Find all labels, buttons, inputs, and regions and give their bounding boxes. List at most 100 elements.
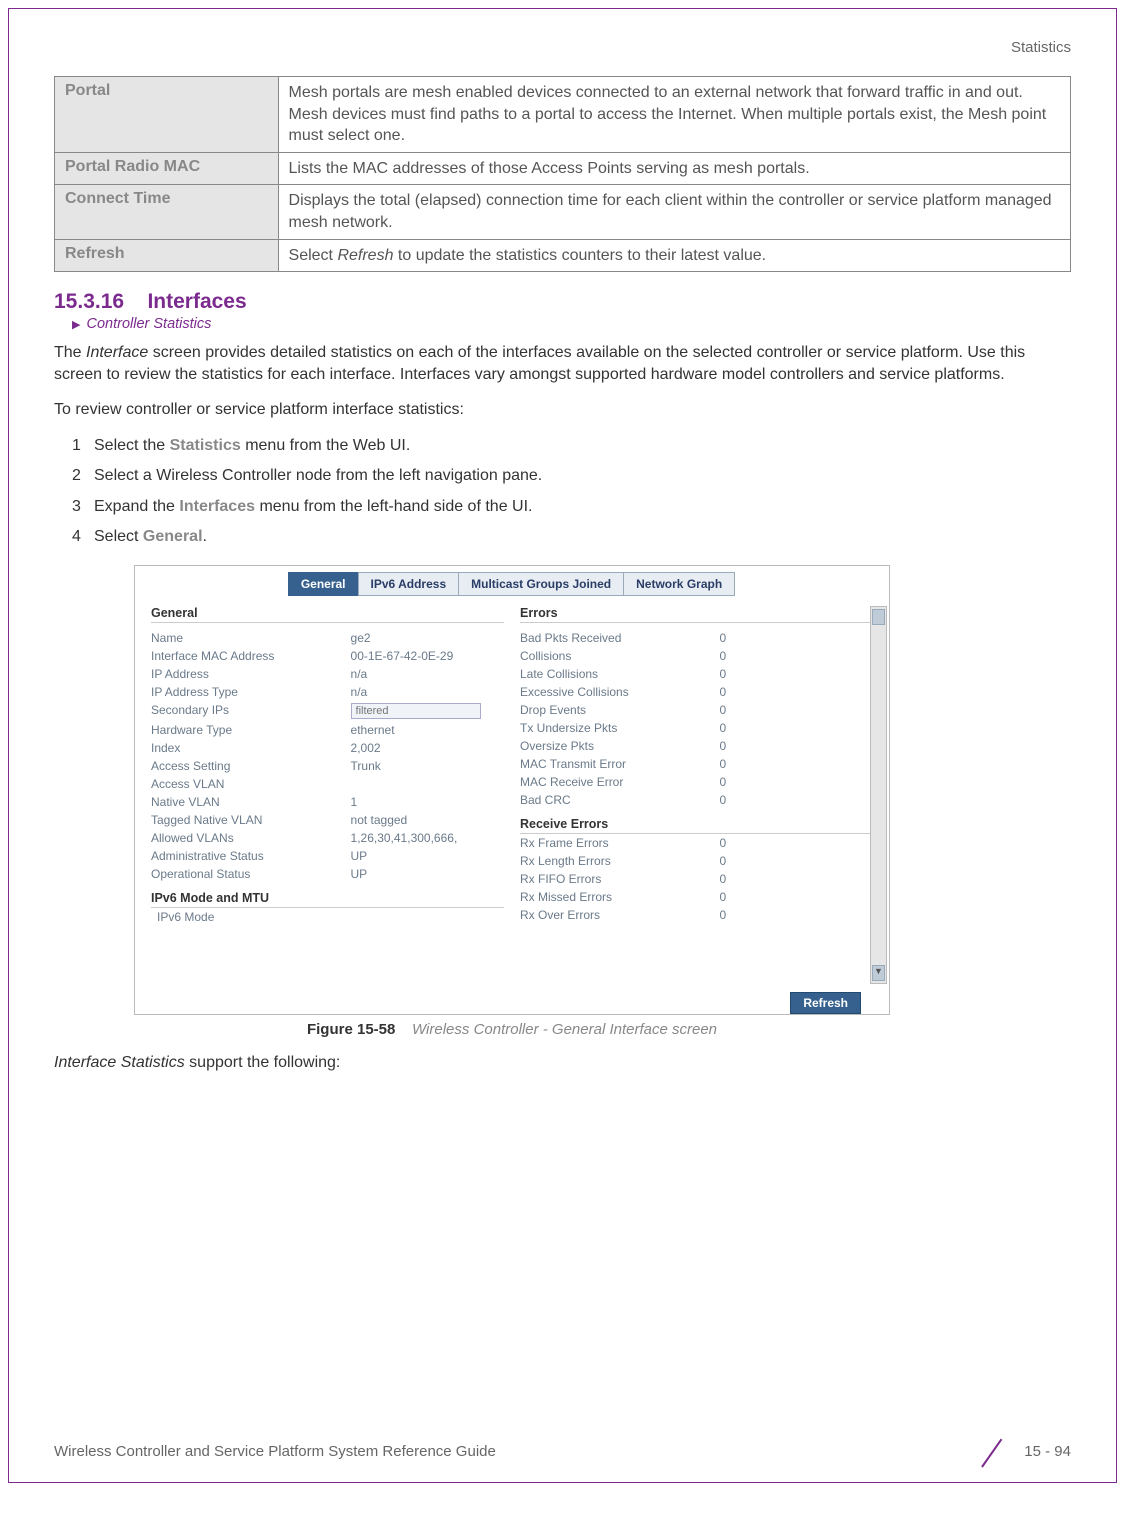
general-value: UP (351, 849, 504, 863)
general-row: Access SettingTrunk (151, 757, 504, 775)
general-row: Tagged Native VLANnot tagged (151, 811, 504, 829)
rx-errors-row: Rx Over Errors0 (520, 906, 873, 924)
def-description: Lists the MAC addresses of those Access … (278, 152, 1070, 185)
general-key: Operational Status (151, 867, 351, 881)
step-item: 1Select the Statistics menu from the Web… (72, 435, 1071, 457)
general-row: Interface MAC Address00-1E-67-42-0E-29 (151, 647, 504, 665)
general-key: Native VLAN (151, 795, 351, 809)
general-key: Administrative Status (151, 849, 351, 863)
general-value: Trunk (351, 759, 504, 773)
general-row: Operational StatusUP (151, 865, 504, 883)
tab-ipv6-address[interactable]: IPv6 Address (358, 572, 460, 596)
rx-errors-row: Rx Length Errors0 (520, 852, 873, 870)
secondary-ips-input[interactable] (351, 703, 481, 719)
errors-value: 0 (720, 649, 873, 663)
errors-value: 0 (720, 739, 873, 753)
general-row: Native VLAN1 (151, 793, 504, 811)
errors-value: 0 (720, 757, 873, 771)
footer-page-number: 15 - 94 (1024, 1443, 1071, 1460)
receive-errors-title: Receive Errors (520, 817, 873, 834)
errors-row: Drop Events0 (520, 701, 873, 719)
tabs: GeneralIPv6 AddressMulticast Groups Join… (135, 566, 889, 596)
tab-general[interactable]: General (288, 572, 359, 596)
closing-post: support the following: (185, 1054, 341, 1071)
general-value (351, 703, 504, 719)
general-value: not tagged (351, 813, 504, 827)
general-value: n/a (351, 667, 504, 681)
general-key: IP Address Type (151, 685, 351, 699)
general-key: Allowed VLANs (151, 831, 351, 845)
rx-errors-value: 0 (720, 836, 873, 850)
closing-line: Interface Statistics support the followi… (54, 1052, 1071, 1074)
def-description: Select Refresh to update the statistics … (278, 239, 1070, 272)
general-value: 1,26,30,41,300,666, (351, 831, 504, 845)
rx-errors-key: Rx Over Errors (520, 908, 720, 922)
def-description: Mesh portals are mesh enabled devices co… (278, 77, 1070, 153)
general-key: Interface MAC Address (151, 649, 351, 663)
general-row: Hardware Typeethernet (151, 721, 504, 739)
ipv6-mode-title: IPv6 Mode and MTU (151, 891, 504, 908)
general-value: ethernet (351, 723, 504, 737)
general-row: Secondary IPs (151, 701, 504, 721)
errors-value: 0 (720, 721, 873, 735)
rx-errors-key: Rx FIFO Errors (520, 872, 720, 886)
section-heading: 15.3.16 Interfaces (54, 290, 1071, 314)
errors-key: MAC Transmit Error (520, 757, 720, 771)
breadcrumb[interactable]: ▶ Controller Statistics (72, 316, 1071, 332)
errors-title: Errors (520, 606, 873, 623)
section-title: Interfaces (147, 290, 246, 313)
errors-row: Bad CRC0 (520, 791, 873, 809)
errors-row: Tx Undersize Pkts0 (520, 719, 873, 737)
para1-post: screen provides detailed statistics on e… (54, 344, 1025, 383)
rx-errors-key: Rx Length Errors (520, 854, 720, 868)
scrollbar[interactable]: ▼ (870, 606, 887, 984)
general-row: Namege2 (151, 629, 504, 647)
general-value: n/a (351, 685, 504, 699)
general-row: Allowed VLANs1,26,30,41,300,666, (151, 829, 504, 847)
slash-icon (982, 1434, 1016, 1468)
general-row: Index2,002 (151, 739, 504, 757)
general-key: Access VLAN (151, 777, 351, 791)
figure-caption-text: Wireless Controller - General Interface … (412, 1021, 717, 1038)
rx-errors-value: 0 (720, 872, 873, 886)
general-key: Access Setting (151, 759, 351, 773)
figure-screenshot: GeneralIPv6 AddressMulticast Groups Join… (134, 565, 890, 1015)
ipv6-mode-value (353, 910, 504, 924)
def-term: Refresh (55, 239, 279, 272)
general-key: Hardware Type (151, 723, 351, 737)
step-item: 4Select General. (72, 526, 1071, 548)
tab-multicast-groups-joined[interactable]: Multicast Groups Joined (458, 572, 624, 596)
tab-network-graph[interactable]: Network Graph (623, 572, 735, 596)
step-item: 2Select a Wireless Controller node from … (72, 465, 1071, 487)
errors-row: MAC Transmit Error0 (520, 755, 873, 773)
rx-errors-value: 0 (720, 890, 873, 904)
scroll-down-icon[interactable]: ▼ (872, 965, 885, 981)
errors-key: Drop Events (520, 703, 720, 717)
def-description: Displays the total (elapsed) connection … (278, 185, 1070, 239)
errors-value: 0 (720, 775, 873, 789)
def-term: Connect Time (55, 185, 279, 239)
section-number: 15.3.16 (54, 290, 124, 313)
general-value: UP (351, 867, 504, 881)
errors-key: Collisions (520, 649, 720, 663)
general-value: 1 (351, 795, 504, 809)
errors-row: MAC Receive Error0 (520, 773, 873, 791)
paragraph-2: To review controller or service platform… (54, 399, 1071, 421)
paragraph-1: The Interface screen provides detailed s… (54, 342, 1071, 385)
scroll-thumb[interactable] (872, 609, 885, 625)
errors-key: Excessive Collisions (520, 685, 720, 699)
rx-errors-row: Rx Frame Errors0 (520, 834, 873, 852)
rx-errors-value: 0 (720, 908, 873, 922)
general-key: Secondary IPs (151, 703, 351, 719)
general-key: Name (151, 631, 351, 645)
errors-row: Excessive Collisions0 (520, 683, 873, 701)
para1-em: Interface (86, 344, 148, 361)
def-term: Portal (55, 77, 279, 153)
right-column: Errors Bad Pkts Received0Collisions0Late… (520, 606, 873, 976)
refresh-button[interactable]: Refresh (790, 992, 861, 1014)
definitions-table: PortalMesh portals are mesh enabled devi… (54, 76, 1071, 272)
errors-key: MAC Receive Error (520, 775, 720, 789)
errors-row: Oversize Pkts0 (520, 737, 873, 755)
general-value: ge2 (351, 631, 504, 645)
general-value: 00-1E-67-42-0E-29 (351, 649, 504, 663)
